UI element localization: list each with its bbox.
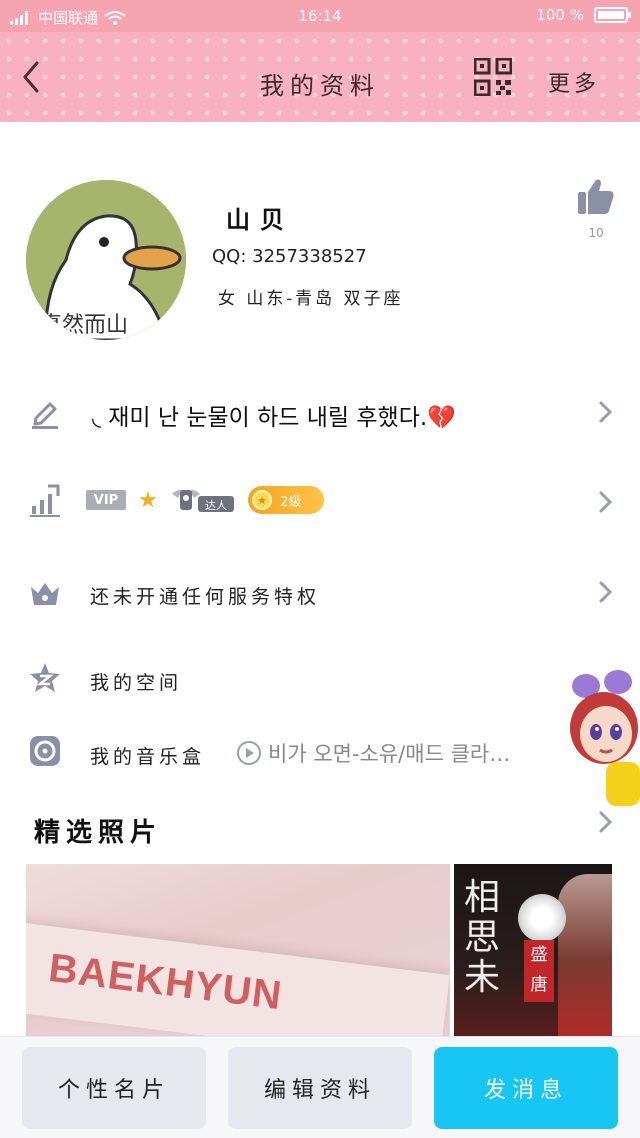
chevron-right-icon: [598, 400, 614, 424]
more-button[interactable]: 更多: [548, 66, 600, 98]
poster-figure: [558, 874, 612, 1038]
battery-fill: [598, 11, 624, 19]
status-right: 100 %: [536, 6, 631, 24]
crown-coin-icon: ★: [252, 490, 272, 510]
level-badge[interactable]: ★ 2級: [248, 486, 324, 514]
services-row[interactable]: 还未开通任何服务特权: [0, 568, 640, 620]
photo-poster[interactable]: 相思未 盛唐: [454, 864, 612, 1038]
battery-percent: 100 %: [536, 6, 584, 24]
growth-chart-icon: [28, 484, 62, 518]
poster-text: 相思未: [464, 877, 501, 998]
floating-avatar-sticker[interactable]: [566, 666, 640, 806]
edit-profile-button[interactable]: 编辑资料: [228, 1047, 412, 1129]
signature-row[interactable]: ◟ 재미 난 눈물이 하드 내릴 후했다.💔: [0, 386, 640, 442]
space-label: 我的空间: [90, 672, 183, 694]
thumbs-up-icon: [578, 179, 614, 214]
duck-avatar-image: 真然而山: [26, 180, 186, 340]
music-track[interactable]: 비가 오면-소유/매드 클라…: [236, 738, 510, 768]
poster-seal: 盛唐: [524, 940, 554, 1002]
photos-section-title: 精选照片: [34, 818, 163, 848]
chevron-right-icon: [598, 490, 614, 514]
music-disc-icon: [28, 734, 62, 768]
nickname: 山贝: [226, 205, 294, 234]
personal-card-button[interactable]: 个性名片: [22, 1047, 206, 1129]
talent-badge[interactable]: 达人: [170, 484, 236, 514]
bottom-action-bar: 个性名片 编辑资料 发消息: [0, 1036, 640, 1138]
like-button[interactable]: [576, 176, 616, 216]
services-label: 还未开通任何服务特权: [90, 586, 321, 608]
title-bar: 我的资料 更多: [0, 32, 640, 122]
status-bar: 中国联通 16:14 100 %: [0, 0, 640, 32]
qzone-star-icon: [28, 661, 62, 695]
page-title: 我的资料: [260, 72, 380, 100]
battery-icon: [594, 7, 631, 23]
pencil-icon: [28, 396, 62, 430]
poster-flower: [518, 894, 566, 942]
level-label: 2級: [280, 494, 302, 510]
signature-text: ◟ 재미 난 눈물이 하드 내릴 후했다.💔: [92, 405, 456, 431]
play-circle-icon: [237, 741, 261, 765]
vip-badge[interactable]: VIP: [86, 490, 126, 510]
like-count: 10: [588, 226, 604, 240]
profile-info: 女 山东-青岛 双子座: [218, 289, 404, 309]
space-row[interactable]: 我的空间: [0, 656, 640, 704]
chevron-right-icon: [598, 580, 614, 604]
music-box-label: 我的音乐盒: [90, 746, 206, 768]
avatar[interactable]: 真然而山: [26, 180, 186, 340]
send-message-button[interactable]: 发消息: [434, 1047, 618, 1129]
qr-code-button[interactable]: [473, 57, 513, 97]
avatar-caption: 真然而山: [40, 313, 128, 338]
photo-baekhyun[interactable]: BAEKHYUN: [26, 864, 450, 1038]
qr-code-icon: [473, 57, 513, 97]
star-icon: ★: [138, 488, 158, 513]
music-track-title: 비가 오면-소유/매드 클라…: [268, 742, 511, 766]
crown-icon: [28, 577, 62, 611]
qq-number: QQ: 3257338527: [212, 246, 367, 267]
photos-chevron-icon[interactable]: [598, 810, 614, 834]
talent-label: 达人: [205, 499, 227, 512]
music-row[interactable]: 我的音乐盒 비가 오면-소유/매드 클라…: [0, 728, 640, 776]
